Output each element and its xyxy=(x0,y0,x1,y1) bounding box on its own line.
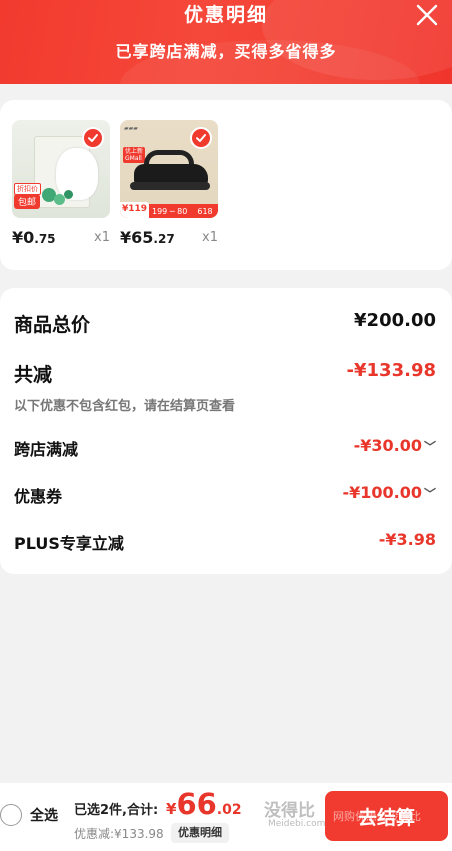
selected-products-card: 折扣价 包邮 ¥0.75 x1 ▰▰▰ 优上新 GMall 199 ─ 80 61… xyxy=(0,100,452,270)
product-thumbnail: 折扣价 包邮 xyxy=(12,120,110,218)
total-price-value: ¥200.00 xyxy=(354,310,436,331)
discount-detail-header: 优惠明细 已享跨店满减，买得多省得多 xyxy=(0,0,452,84)
header-subtitle: 已享跨店满减，买得多省得多 xyxy=(115,42,337,61)
price-summary-card: 商品总价 ¥200.00 共减 -¥133.98 以下优惠不包含红包，请在结算页… xyxy=(0,288,452,574)
discount-row-coupon[interactable]: 优惠券 -¥100.00 ﹀ xyxy=(14,483,436,506)
discount-value: -¥100.00 ﹀ xyxy=(342,483,436,502)
product-price: ¥0.75 xyxy=(12,228,56,247)
discount-row-cross-store[interactable]: 跨店满减 -¥30.00 ﹀ xyxy=(14,436,436,459)
discount-value: -¥30.00 ﹀ xyxy=(353,436,436,455)
page-title: 优惠明细 xyxy=(183,4,268,26)
discount-row-plus: PLUS专享立减 -¥3.98 xyxy=(14,530,436,553)
reduction-note: 以下优惠不包含红包，请在结算页查看 xyxy=(14,399,236,414)
check-icon[interactable] xyxy=(82,127,104,149)
product-price-row: ¥65.27 x1 xyxy=(120,228,218,250)
product-item-sandal[interactable]: ▰▰▰ 优上新 GMall 199 ─ 80 618 ¥119 ¥65.27 x1 xyxy=(120,120,218,247)
discount-detail-button[interactable]: 优惠明细 xyxy=(171,823,229,843)
brand-logo: ▰▰▰ xyxy=(124,125,138,132)
discount-summary: 优惠减:¥133.98 xyxy=(74,827,164,841)
sandal-sole-image xyxy=(130,182,210,190)
promo-price: ¥119 xyxy=(120,202,150,218)
selected-count-label: 已选2件,合计: xyxy=(74,803,159,818)
check-icon[interactable] xyxy=(190,127,212,149)
total-reduction-row: 共减 -¥133.98 xyxy=(14,360,436,386)
watermark-overlay: 网购优惠上没得比 xyxy=(333,810,421,823)
product-price-row: ¥0.75 x1 xyxy=(12,228,110,250)
product-quantity: x1 xyxy=(202,230,218,245)
total-price-label: 商品总价 xyxy=(14,314,91,336)
discount-label: PLUS专享立减 xyxy=(14,534,124,553)
total-price-row: 商品总价 ¥200.00 xyxy=(14,310,436,336)
new-arrival-tag: 优上新 GMall xyxy=(123,147,146,163)
watermark: 没得比 xyxy=(264,801,315,821)
product-item-mask[interactable]: 折扣价 包邮 ¥0.75 x1 xyxy=(12,120,110,247)
product-price: ¥65.27 xyxy=(120,228,175,247)
mask-face-image xyxy=(56,148,98,200)
discount-label: 跨店满减 xyxy=(14,440,79,459)
total-reduction-value: -¥133.98 xyxy=(346,360,436,381)
free-shipping-badge: 包邮 xyxy=(14,194,41,209)
cotton-decoration xyxy=(64,190,73,199)
chevron-down-icon[interactable]: ﹀ xyxy=(424,485,436,502)
product-thumbnail: ▰▰▰ 优上新 GMall 199 ─ 80 618 ¥119 xyxy=(120,120,218,218)
discount-value: -¥3.98 xyxy=(378,530,436,549)
select-all-radio[interactable] xyxy=(0,804,22,826)
total-reduction-label: 共减 xyxy=(14,364,53,386)
watermark-url: Meidebi.com xyxy=(268,819,326,829)
select-all-label[interactable]: 全选 xyxy=(30,805,58,825)
close-icon[interactable] xyxy=(412,0,442,30)
discount-label: 优惠券 xyxy=(14,487,63,506)
chevron-down-icon[interactable]: ﹀ xyxy=(424,438,436,455)
product-quantity: x1 xyxy=(94,230,110,245)
total-amount: ¥66.02 xyxy=(166,787,242,821)
